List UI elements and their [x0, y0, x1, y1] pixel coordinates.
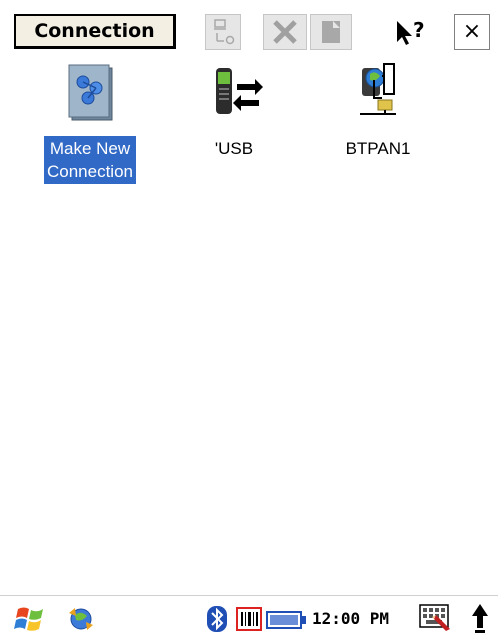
make-new-connection-icon: [68, 64, 113, 121]
start-icon[interactable]: [14, 603, 48, 635]
clock-time[interactable]: 12:00 PM: [312, 609, 389, 628]
network-properties-button[interactable]: [205, 14, 241, 50]
usb-connection-item[interactable]: 'USB: [196, 62, 272, 161]
usb-connection-label: 'USB: [214, 139, 254, 158]
network-properties-icon: [214, 19, 235, 45]
properties-icon: [322, 21, 340, 43]
barcode-icon[interactable]: [236, 607, 262, 631]
help-button[interactable]: ?: [391, 14, 431, 50]
usb-connection-icon: [216, 68, 263, 114]
delete-button[interactable]: [263, 14, 307, 50]
make-new-connection-label-line2: Connection: [46, 162, 133, 181]
battery-icon[interactable]: [266, 610, 308, 630]
connectivity-icon[interactable]: [66, 604, 96, 634]
delete-icon: [273, 20, 297, 44]
btpan1-connection-label: BTPAN1: [345, 139, 411, 158]
toolbar: Connection ? ×: [0, 0, 498, 66]
taskbar: 12:00 PM: [0, 595, 498, 641]
window-title[interactable]: Connection: [14, 14, 176, 49]
properties-button[interactable]: [310, 14, 352, 50]
keyboard-icon[interactable]: [418, 603, 452, 633]
btpan1-connection-item[interactable]: BTPAN1: [330, 62, 426, 161]
make-new-connection-label-line1: Make New: [49, 139, 131, 158]
make-new-connection-item[interactable]: Make New Connection: [22, 62, 158, 184]
network-connection-icon: [360, 63, 396, 115]
svg-text:?: ?: [413, 18, 425, 42]
help-icon: ?: [397, 18, 425, 45]
up-arrow-icon[interactable]: [470, 602, 490, 634]
bluetooth-icon[interactable]: [206, 605, 228, 633]
close-button[interactable]: ×: [454, 14, 490, 50]
close-icon: ×: [462, 19, 482, 44]
